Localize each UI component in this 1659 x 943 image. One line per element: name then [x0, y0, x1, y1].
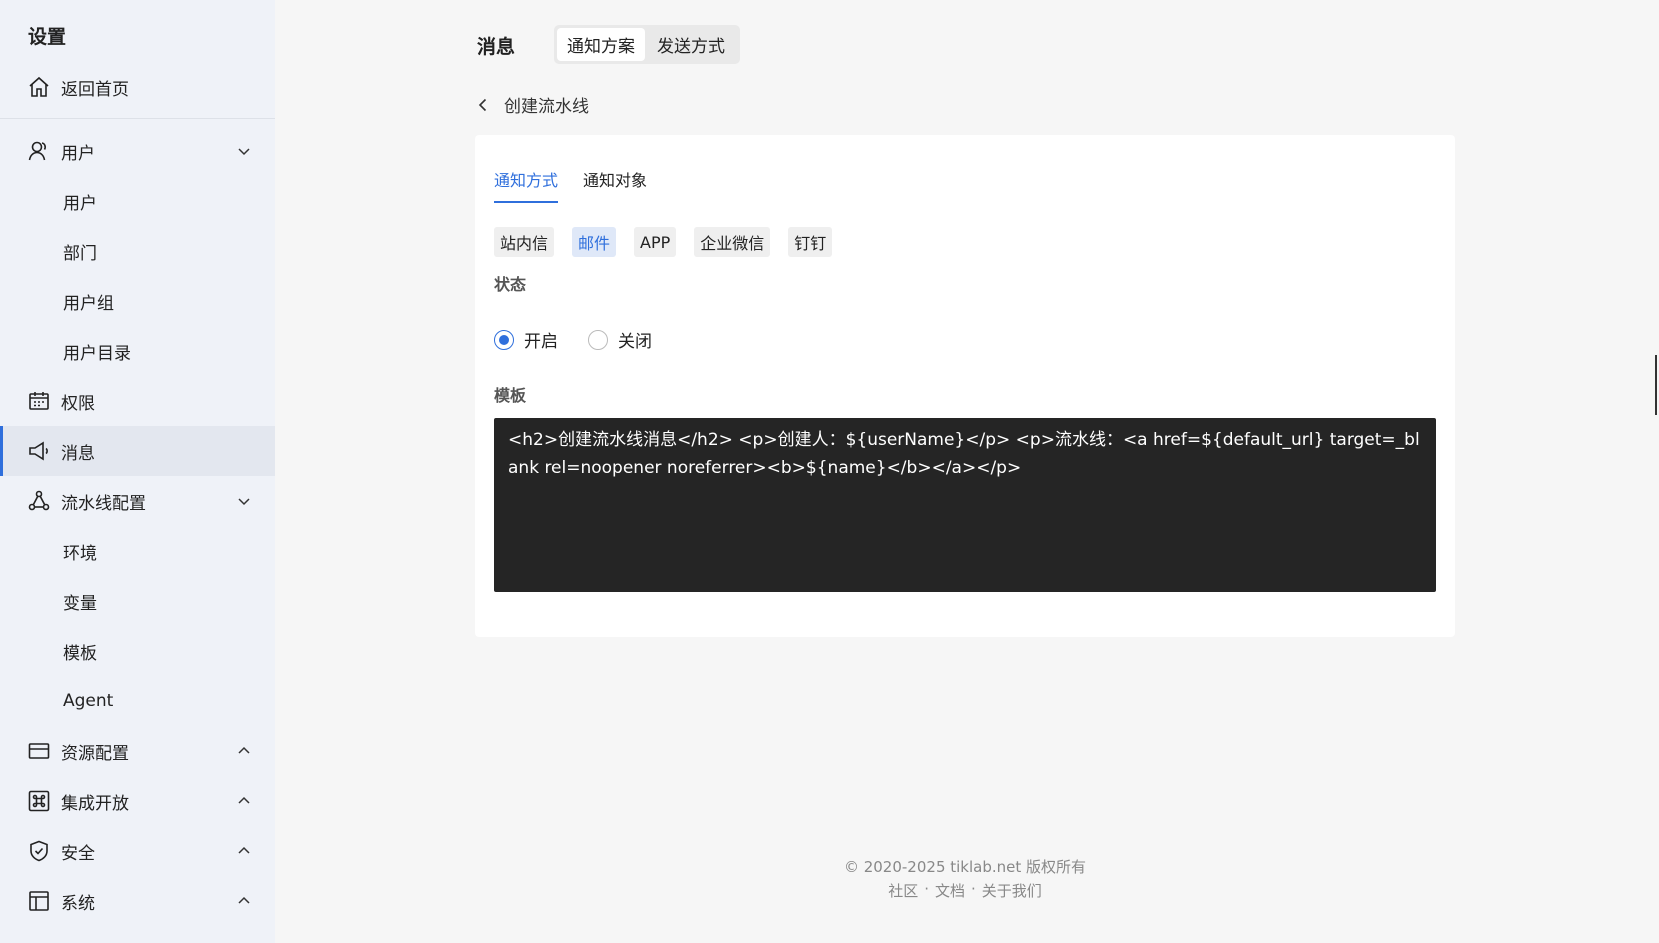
status-label: 状态: [494, 275, 527, 294]
sidebar-item-label: 用户目录: [63, 343, 131, 364]
back-link-label: 创建流水线: [504, 97, 589, 117]
sidebar-item-resource[interactable]: 资源配置: [0, 726, 275, 776]
sidebar-item-label: 安全: [61, 843, 95, 864]
channel-chip-email[interactable]: 邮件: [572, 227, 617, 257]
radio-checked-icon: [494, 329, 514, 350]
sidebar-item-label: 环境: [63, 543, 97, 564]
sidebar-item-integration[interactable]: 集成开放: [0, 776, 275, 826]
sidebar-item-label: 部门: [63, 243, 97, 264]
sidebar-item-message[interactable]: 消息: [0, 426, 275, 476]
sidebar-item-user[interactable]: 用户: [0, 126, 275, 176]
sidebar-item-label: 系统: [61, 893, 95, 914]
sidebar-item-label: 模板: [63, 643, 97, 664]
radio-unchecked-icon: [588, 329, 608, 350]
user-icon: [27, 139, 51, 163]
chevron-up-icon: [236, 893, 252, 909]
radio-label: 开启: [524, 332, 558, 352]
sidebar: 设置 返回首页 用户 用户 部门 用户组 用户目录 权限 消息 流水线配置 环境…: [0, 0, 275, 943]
chevron-left-icon: [474, 96, 492, 114]
nodes-icon: [27, 489, 51, 513]
chevron-up-icon: [236, 793, 252, 809]
sidebar-item-label: 用户: [61, 143, 95, 164]
channel-chips: 站内信 邮件 APP 企业微信 钉钉: [494, 227, 833, 257]
sidebar-item-user-directory[interactable]: 用户目录: [0, 326, 275, 376]
back-link[interactable]: 创建流水线: [474, 92, 589, 117]
channel-chip-app[interactable]: APP: [634, 227, 677, 257]
sidebar-item-label: 资源配置: [61, 743, 129, 764]
layout-icon: [27, 889, 51, 913]
sidebar-item-system[interactable]: 系统: [0, 876, 275, 926]
scrollbar[interactable]: [1655, 355, 1657, 415]
channel-chip-dingtalk[interactable]: 钉钉: [788, 227, 833, 257]
sidebar-divider: [0, 118, 275, 119]
template-label: 模板: [494, 386, 527, 405]
sidebar-item-permission[interactable]: 权限: [0, 376, 275, 426]
sidebar-item-label: 用户组: [63, 293, 114, 314]
tab-notification-scheme[interactable]: 通知方案: [557, 28, 645, 61]
sidebar-title: 设置: [28, 26, 67, 48]
sidebar-item-environment[interactable]: 环境: [0, 526, 275, 576]
chevron-down-icon: [236, 493, 252, 509]
command-icon: [27, 789, 51, 813]
sidebar-item-user-list[interactable]: 用户: [0, 176, 275, 226]
channel-chip-wecom[interactable]: 企业微信: [694, 227, 771, 257]
sidebar-item-label: 集成开放: [61, 793, 129, 814]
channel-chip-site[interactable]: 站内信: [494, 227, 555, 257]
segmented-tabs: 通知方案 发送方式: [554, 25, 740, 64]
chevron-up-icon: [236, 843, 252, 859]
footer-separator: ·: [924, 880, 929, 898]
card-icon: [27, 739, 51, 763]
sidebar-item-department[interactable]: 部门: [0, 226, 275, 276]
status-off-radio[interactable]: 关闭: [588, 327, 652, 352]
card-tabs: 通知方式 通知对象: [494, 167, 647, 203]
megaphone-icon: [27, 439, 51, 463]
sidebar-item-label: 变量: [63, 593, 97, 614]
footer-link-community[interactable]: 社区: [888, 880, 918, 901]
chevron-up-icon: [236, 743, 252, 759]
footer-link-about[interactable]: 关于我们: [982, 880, 1042, 901]
footer-separator: ·: [971, 880, 976, 898]
sidebar-item-agent[interactable]: Agent: [0, 676, 275, 726]
sidebar-item-label: 权限: [61, 393, 95, 414]
sidebar-item-label: 流水线配置: [61, 493, 146, 514]
calendar-check-icon: [27, 389, 51, 413]
status-on-radio[interactable]: 开启: [494, 327, 558, 352]
sidebar-item-label: Agent: [63, 691, 114, 711]
chevron-down-icon: [236, 143, 252, 159]
sidebar-item-pipeline[interactable]: 流水线配置: [0, 476, 275, 526]
tab-notify-target[interactable]: 通知对象: [583, 167, 647, 203]
sidebar-item-security[interactable]: 安全: [0, 826, 275, 876]
footer: 社区 · 文档 · 关于我们: [475, 880, 1455, 901]
tab-notify-method[interactable]: 通知方式: [494, 167, 559, 203]
home-icon: [27, 75, 51, 99]
tab-send-method[interactable]: 发送方式: [647, 28, 735, 61]
footer-copyright: © 2020-2025 tiklab.net 版权所有: [843, 858, 1087, 876]
sidebar-item-home[interactable]: 返回首页: [0, 62, 275, 112]
template-editor[interactable]: <h2>创建流水线消息</h2> <p>创建人：${userName}</p> …: [494, 418, 1436, 592]
sidebar-item-label: 返回首页: [61, 79, 129, 100]
footer-link-docs[interactable]: 文档: [935, 880, 965, 901]
sidebar-item-label: 消息: [61, 443, 95, 464]
shield-check-icon: [27, 839, 51, 863]
sidebar-item-label: 用户: [63, 193, 97, 214]
sidebar-item-user-group[interactable]: 用户组: [0, 276, 275, 326]
settings-card: 通知方式 通知对象 站内信 邮件 APP 企业微信 钉钉 状态 开启 关闭 模板…: [475, 135, 1455, 637]
sidebar-item-template[interactable]: 模板: [0, 626, 275, 676]
status-radio-group: 开启 关闭: [494, 327, 652, 352]
sidebar-item-variable[interactable]: 变量: [0, 576, 275, 626]
radio-label: 关闭: [618, 332, 652, 352]
page-title: 消息: [477, 36, 516, 58]
